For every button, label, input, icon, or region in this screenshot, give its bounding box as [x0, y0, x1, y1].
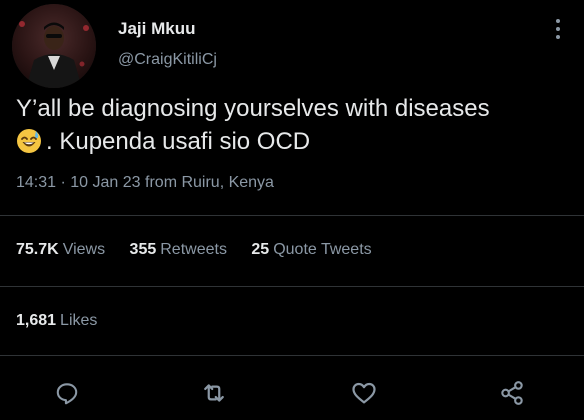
tweet-date[interactable]: 10 Jan 23: [70, 174, 140, 191]
retweets-label: Retweets: [160, 241, 227, 258]
retweets-count: 355: [129, 241, 157, 258]
tweet-location: from Ruiru, Kenya: [145, 174, 274, 191]
retweets-stat[interactable]: 355 Retweets: [130, 241, 227, 258]
divider: [0, 355, 584, 356]
share-icon[interactable]: [497, 378, 527, 408]
reply-icon[interactable]: [52, 378, 82, 408]
retweet-icon[interactable]: [199, 378, 229, 408]
tweet-detail: Jaji Mkuu @CraigKitiliCj Y’all be diagno…: [0, 0, 584, 420]
tweet-meta: 14:31 · 10 Jan 23 from Ruiru, Kenya: [16, 174, 274, 192]
engagement-stats: 75.7K Views 355 Retweets 25 Quote Tweets: [16, 241, 392, 259]
quote-tweets-count: 25: [251, 241, 270, 258]
author-handle[interactable]: @CraigKitiliCj: [118, 51, 217, 69]
views-label: Views: [62, 241, 106, 258]
divider: [0, 215, 584, 216]
views-count: 75.7K: [16, 241, 59, 258]
divider: [0, 286, 584, 287]
tweet-text-line1: Y’all be diagnosing yourselves with dise…: [16, 95, 490, 122]
likes-label: Likes: [60, 312, 98, 329]
tweet-text: Y’all be diagnosing yourselves with dise…: [16, 92, 572, 163]
tweet-time[interactable]: 14:31: [16, 174, 56, 191]
author-name[interactable]: Jaji Mkuu: [118, 19, 195, 39]
views-stat[interactable]: 75.7K Views: [16, 241, 105, 258]
avatar[interactable]: [12, 4, 96, 88]
like-icon[interactable]: [349, 378, 379, 408]
tweet-actions-bar: [0, 370, 584, 414]
likes-stat[interactable]: 1,681 Likes: [16, 312, 117, 330]
sweat-smile-emoji-icon: [16, 128, 42, 163]
likes-count: 1,681: [16, 312, 57, 329]
quote-tweets-label: Quote Tweets: [273, 241, 372, 258]
tweet-text-line2: . Kupenda usafi sio OCD: [46, 128, 311, 155]
meta-separator: ·: [60, 174, 66, 191]
quote-tweets-stat[interactable]: 25 Quote Tweets: [251, 241, 371, 258]
more-options-icon[interactable]: [548, 16, 568, 42]
